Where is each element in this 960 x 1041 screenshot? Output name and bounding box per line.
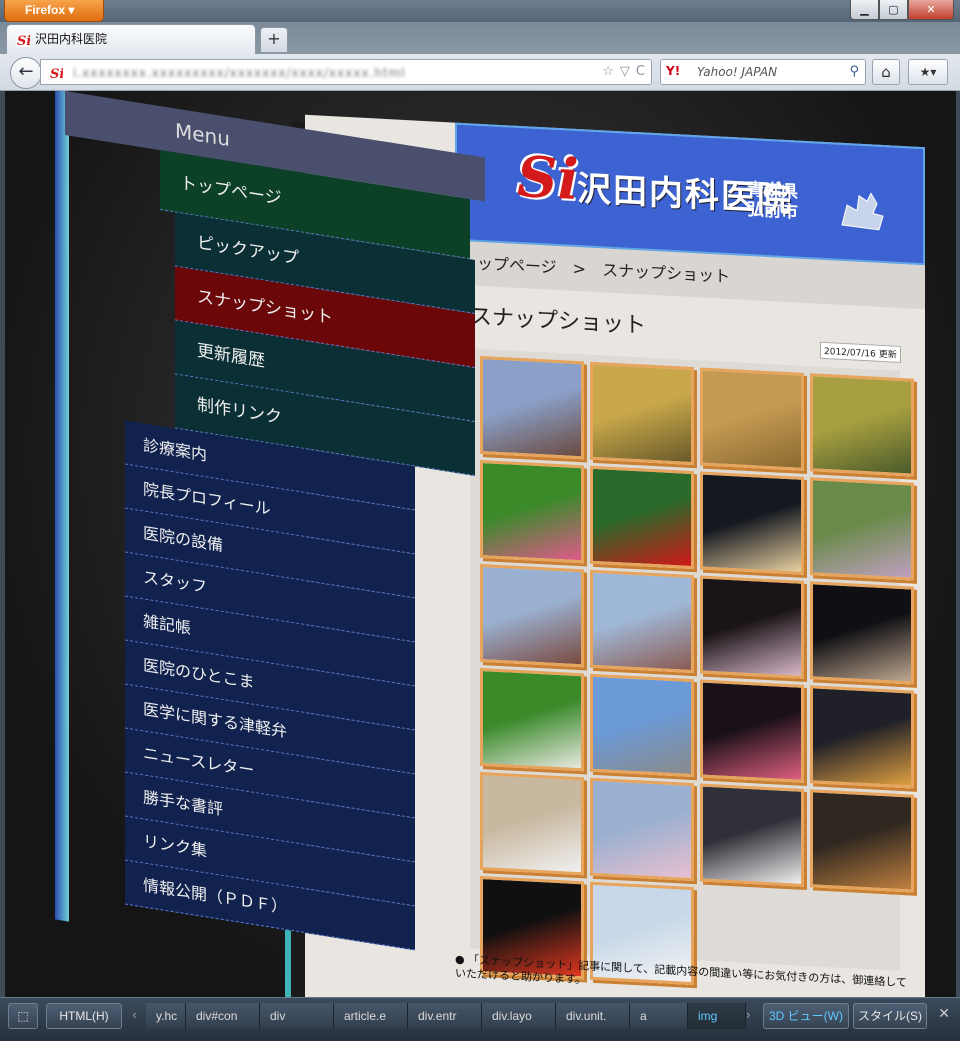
url-bar[interactable]: Si i.xxxxxxxx.xxxxxxxxx/xxxxxxx/xxxx/xxx… [40,59,652,85]
gallery-thumbnail[interactable] [700,575,804,679]
logo-area-line1: 青森県 [747,179,798,203]
node-breadcrumbs: y.hc div#con div article.e div.entr div.layo d… [146,1003,746,1029]
node-crumb[interactable]: div#con [186,1003,260,1029]
home-button[interactable]: ⌂ [872,59,900,85]
history-dropdown-icon[interactable]: ▽ [620,64,630,79]
inspect-icon: ⬚ [17,1009,29,1023]
gallery-thumbnail[interactable] [590,673,694,778]
gallery-thumbnail[interactable] [480,563,584,668]
firefox-menu-button[interactable]: Firefox ▾ [4,0,104,22]
reload-icon[interactable]: C [636,64,645,79]
window-controls: ▁ ▢ ✕ [850,0,954,20]
close-icon: ✕ [926,3,936,16]
bookmark-star-icon[interactable]: ☆ [602,64,614,79]
bookmarks-icon: ★▾ [919,65,937,79]
tab-title: 沢田内科医院 [35,32,108,46]
aomori-map-icon [841,192,884,231]
gallery-thumbnail[interactable] [810,581,914,685]
search-icon[interactable]: ⚲ [849,64,859,79]
svg-text:Si: Si [17,34,30,47]
gallery-thumbnail[interactable] [810,477,914,581]
gallery-thumbnail[interactable] [700,679,804,783]
node-crumb[interactable]: article.e [334,1003,408,1029]
search-placeholder: Yahoo! JAPAN [697,65,778,79]
3d-view-button[interactable]: 3D ビュー(W) [763,1003,849,1029]
gallery-thumbnail[interactable] [700,471,804,575]
site-favicon-icon: Si [49,66,63,80]
maximize-button[interactable]: ▢ [879,0,908,20]
node-crumb[interactable]: div.layo [482,1003,556,1029]
search-engine-icon[interactable]: Y! [666,64,680,78]
node-crumb[interactable]: div [260,1003,334,1029]
gallery-thumbnail[interactable] [810,685,914,789]
updated-date: 2012/07/16 更新 [820,341,901,363]
minimize-icon: ▁ [860,3,869,16]
logo-area-line2: 弘前市 [747,199,798,223]
gallery-thumbnail[interactable] [480,459,584,564]
gallery-thumbnail[interactable] [810,789,914,893]
node-crumb[interactable]: div.entr [408,1003,482,1029]
new-tab-button[interactable]: + [260,27,288,53]
thumbnail-gallery [480,355,914,997]
back-arrow-icon: ← [18,61,34,82]
back-button[interactable]: ← [10,57,42,89]
close-button[interactable]: ✕ [908,0,954,20]
minimize-button[interactable]: ▁ [850,0,879,20]
gallery-thumbnail[interactable] [480,771,584,876]
page-title: スナップショット [470,304,647,339]
node-crumb[interactable]: a [630,1003,688,1029]
gallery-thumbnail[interactable] [700,367,804,471]
maximize-icon: ▢ [888,3,899,16]
gallery-thumbnail[interactable] [590,465,694,570]
html-panel-button[interactable]: HTML(H) [46,1003,122,1029]
menu-layer: Menu トップページ ピックアップ スナップショット 更新履歴 制作リンク 診… [55,91,485,988]
node-crumb[interactable]: img [688,1003,746,1029]
node-crumb[interactable]: div.unit. [556,1003,630,1029]
gallery-thumbnail[interactable] [700,783,804,887]
firefox-menu-label: Firefox [25,3,66,17]
gallery-thumbnail[interactable] [590,777,694,882]
tab-active[interactable]: Si 沢田内科医院 [6,24,256,54]
node-crumb[interactable]: y.hc [146,1003,186,1029]
devtools-close-icon[interactable]: ✕ [938,1006,950,1022]
search-bar[interactable]: Y! Yahoo! JAPAN ⚲ [660,59,866,85]
bookmarks-button[interactable]: ★▾ [908,59,948,85]
devtools-bar: ⬚ HTML(H) ‹ y.hc div#con div article.e div.e… [0,997,960,1041]
crumbs-scroll-left-icon[interactable]: ‹ [132,1008,137,1022]
url-bar-icons: ☆ ▽ C [602,64,645,79]
gallery-thumbnail[interactable] [810,373,914,477]
tab-strip: Si 沢田内科医院 + [0,22,960,54]
url-text: i.xxxxxxxx.xxxxxxxxx/xxxxxxx/xxxx/xxxxx.… [73,66,406,80]
3d-view-canvas[interactable]: Si 沢田内科医院 青森県 弘前市 トップページ > スナップショット スナップ… [0,91,960,997]
navigation-toolbar: ← Si i.xxxxxxxx.xxxxxxxxx/xxxxxxx/xxxx/x… [0,54,960,91]
crumbs-scroll-right-icon[interactable]: › [746,1008,751,1022]
svg-text:Si: Si [50,67,63,80]
style-panel-button[interactable]: スタイル(S) [853,1003,927,1029]
menu-edge [55,91,69,922]
gallery-thumbnail[interactable] [590,569,694,674]
inspect-button[interactable]: ⬚ [8,1003,38,1029]
gallery-thumbnail[interactable] [480,355,584,460]
site-favicon-icon: Si [16,33,30,47]
gallery-thumbnail[interactable] [590,361,694,466]
site-logo-area: 青森県 弘前市 [747,180,798,223]
site-logo-mark: Si [517,143,579,214]
home-icon: ⌂ [881,63,891,81]
gallery-thumbnail[interactable] [480,667,584,772]
